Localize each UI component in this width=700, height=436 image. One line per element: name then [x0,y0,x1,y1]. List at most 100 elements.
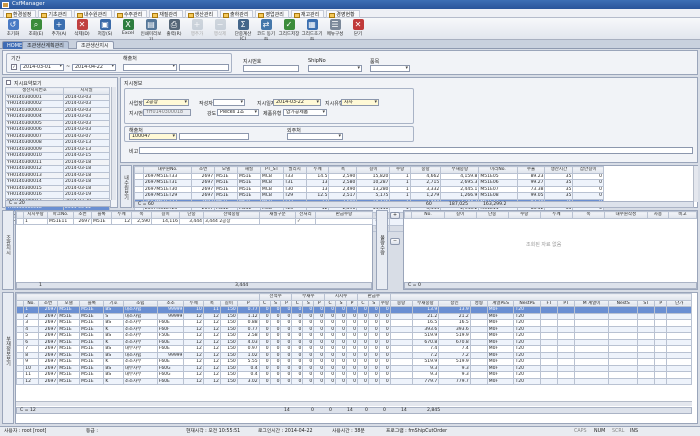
bottom-sum: 2,845 [427,408,441,413]
defect-remove-button[interactable]: − [390,238,400,245]
client-select[interactable] [123,63,177,71]
spec-label: 품목 [370,59,380,65]
menu-item-5[interactable]: 생산관리 [184,9,219,18]
order-type-select[interactable]: 자사 [341,99,379,106]
defect-panel: No. 길이 단중 수량 두께 폭 내수원작성 사용 비고 조회된 자료 없음 C = 0 [403,210,698,290]
bottom-grid-cell: 0 [367,377,380,385]
bottom-grid-table[interactable]: 선적수 부재수 지시수 판금수 No. 조번 모델 블록 기호 조립 소조 두께 폭 길이 P C S P C S P C… [15,293,693,385]
ship-client-select[interactable]: 100047 [129,133,177,140]
toolbar-button-5[interactable]: X Excel [117,18,139,39]
order-list-count: C = 20 [5,200,111,207]
menu-item-3[interactable]: 수주관리 [113,9,148,18]
proc-select[interactable]: 압가공제품 [283,109,327,116]
plan-grid-footer: C = 60 60 187,025 163,299.2 [134,201,694,208]
defect-add-button[interactable]: + [390,212,400,219]
shipno-label: ShipNo [308,58,326,64]
bottom-grid-cell [469,377,488,385]
defect-header[interactable]: 사용 [646,211,670,219]
toolbar-button-2[interactable]: + 추가(A) [48,18,70,39]
order-info-panel: 지시정보 사업장 2공장 작성자 지시일자 2014-03-22 지시유형 자사… [120,77,698,163]
toolbar-icon-8: + [191,19,203,30]
toolbar-button-15[interactable]: ✕ 닫기 [347,18,369,39]
defect-header[interactable]: 폭 [571,211,605,219]
defect-header[interactable]: 수량 [507,211,541,219]
bottom-grid-cell: 2697 [37,377,59,385]
defect-header[interactable]: 내수원작성 [603,211,648,219]
menu-item-0[interactable]: 환경설정 [3,9,37,18]
ship-client-name [179,133,249,140]
date-from-input[interactable]: 2014-03-01 [20,63,64,71]
plan-sum-part: 163,299.2 [483,202,507,207]
menu-item-7[interactable]: 영업관리 [255,9,289,18]
bottom-sum: 14 [347,408,353,413]
toolbar-button-10[interactable]: Σ단중계산(C) [232,18,254,42]
defect-header[interactable]: 비고 [668,211,697,219]
author-select[interactable] [213,99,245,106]
defect-label: 불량수량 [379,235,385,255]
period-checkbox[interactable]: ✓ [11,64,17,70]
order-detail-table[interactable]: 지시수량 마크No. 조번 블록 두께 폭 길이 단중 선택중량 재질구분 전처리 판금수량 1 M51E… [16,211,373,225]
defect-header[interactable]: 두께 [539,211,573,219]
menu-item-1[interactable]: 기초관리 [38,9,72,18]
menu-item-6[interactable]: 출하관리 [220,9,254,18]
defect-table[interactable]: No. 길이 단중 수량 두께 폭 내수원작성 사용 비고 [403,211,697,219]
plant-select[interactable]: 2공장 [143,99,189,106]
order-detail-row[interactable]: 1 M51E11 2697 M51E 12 2,590 14,116 3,444 3,444 2… [16,217,373,225]
tab-order[interactable]: 조관생산지시 [76,41,114,49]
bottom-grid-header[interactable]: 수량 [378,299,391,307]
defect-header[interactable]: 단중 [475,211,509,219]
defect-header[interactable]: 길이 [443,211,477,219]
toolbar-icon-7: ⎙ [168,19,180,30]
memo-input[interactable] [139,147,693,154]
toolbar-icon-6: ▤ [145,19,157,30]
menu-item-9[interactable]: 경영현황 [326,9,360,18]
summary-checkbox[interactable] [6,80,11,85]
detail-sum-weight: 3,444 [235,283,249,288]
toolbar-label-4: 저장(S) [97,32,113,37]
order-date-input[interactable]: 2014-03-22 [273,99,321,106]
toolbar-icon-1: ⌕ [30,19,42,30]
toolbar-button-3[interactable]: ✕ 삭제(D) [71,18,93,39]
plan-grid-scrollbar[interactable] [693,166,698,202]
shipno-select[interactable] [308,65,362,72]
app-icon [2,1,9,8]
toolbar-button-11[interactable]: ⇄코드 동기화 [255,18,277,43]
tab-plan[interactable]: 조관생산계획관리 [22,41,69,49]
toolbar-button-4[interactable]: ▣ 저장(S) [94,18,116,39]
bottom-grid-hscroll[interactable] [16,401,692,406]
menu-item-8[interactable]: 재고관리 [290,9,325,18]
bottom-count: C = 12 [20,408,36,413]
menu-item-2[interactable]: 내수원관리 [73,9,112,18]
bottom-grid-cell: T20 [513,377,542,385]
order-no-input[interactable] [243,65,299,72]
plan-grid-panel: 내수원No. 조번 모델 재질 PT_ST 필리지 두께 폭 길이 수량 중량 부재중량 미리No. 수율… [133,165,698,232]
toolbar-button-0[interactable]: ↺ 초기화 [2,18,24,39]
client-name-field[interactable] [179,63,229,71]
toolbar-button-12[interactable]: ✓ 그리드저장 [278,18,300,39]
grade-select[interactable]: Pieces 1조 [217,109,259,116]
status-elapsed: 사용시간 : 38분 [332,429,365,434]
toolbar-button-6[interactable]: ▤인쇄미리보기 [140,18,162,43]
toolbar-icon-5: X [122,19,134,30]
menu-item-4[interactable]: 재질관리 [149,9,183,18]
toolbar-button-13[interactable]: ▦그리드초기화 [301,18,323,43]
plan-grid-side: 내수원보기 [120,165,132,208]
toolbar-label-7: 출력(R) [166,32,182,37]
date-to-input[interactable]: 2014-04-22 [72,63,116,71]
bottom-grid-footer: C = 12 14 0 0 14 0 0 14 2,845 [16,407,692,414]
bottom-grid-cell [574,377,610,385]
tilde-label: ~ [66,64,71,70]
bottom-grid-row[interactable]: 12 2697 M51E M51E K 소조자부 F60E 12 12 150 3.02 0 0 0 0 0 0… [15,377,692,385]
toolbar-button-8[interactable]: + 행추가 [186,18,208,39]
toolbar-button-14[interactable]: ☰ 메뉴구성 [324,18,346,39]
search-panel: 기간 ✓ 2014-03-01 ~ 2014-04-22 해출처 지시번호 Sh… [2,50,698,75]
toolbar-button-1[interactable]: ⌕ 조회(E) [25,18,47,39]
defect-header[interactable]: No. [411,211,445,219]
bottom-grid-panel: 선적수 부재수 지시수 판금수 No. 조번 모델 블록 기호 조립 소조 두께 폭 길이 P C S P C S P C… [15,292,698,424]
toolbar-button-9[interactable]: − 행삭제 [209,18,231,39]
toolbar-button-7[interactable]: ⎙ 출력(R) [163,18,185,39]
defect-header[interactable] [403,211,413,219]
order-list-scrollbar[interactable] [111,87,116,200]
spec-select[interactable] [370,65,410,72]
outside-select[interactable] [287,133,343,140]
